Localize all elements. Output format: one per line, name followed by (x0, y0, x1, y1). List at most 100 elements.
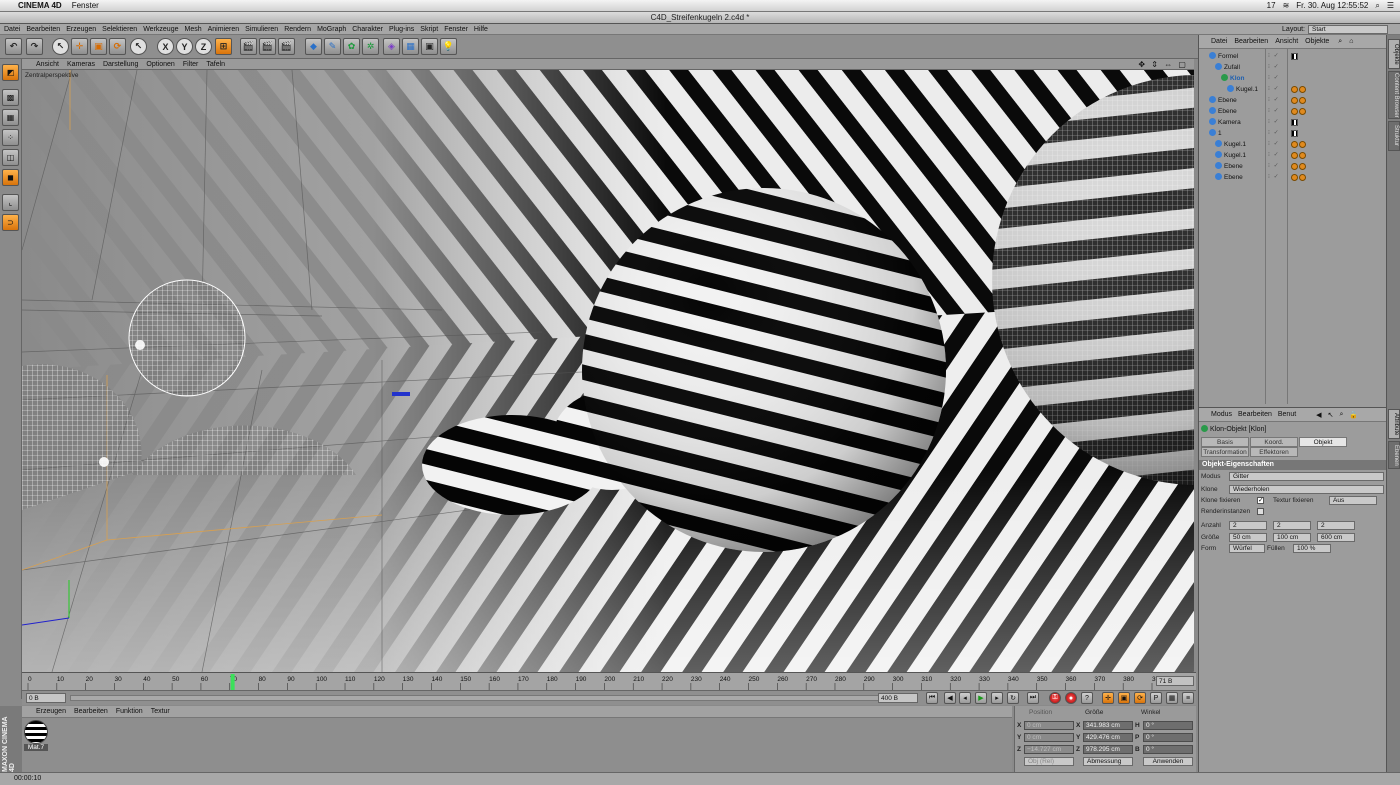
form-dropdown[interactable]: Würfel (1229, 544, 1265, 553)
coord-z-position[interactable]: −14.727 cm (1024, 745, 1074, 754)
object-name[interactable]: Klon (1221, 73, 1244, 84)
visibility-dots-icon[interactable]: ⁝ ✓ (1268, 161, 1280, 172)
coord-y-size[interactable]: 429.476 cm (1083, 733, 1133, 742)
object-tree-row[interactable]: Formel ⁝ ✓ (1199, 51, 1387, 62)
deformer-button[interactable]: ◈ (383, 38, 400, 55)
array-button[interactable]: ✲ (362, 38, 379, 55)
object-mode-button[interactable]: ▩ (2, 89, 19, 106)
viewport-menu-filter[interactable]: Filter (183, 61, 199, 68)
groesse-y-field[interactable]: 100 cm (1273, 533, 1311, 542)
coord-b-rotation[interactable]: 0 ° (1143, 745, 1193, 754)
light-button[interactable]: 💡 (440, 38, 457, 55)
viewport-menu-darstellung[interactable]: Darstellung (103, 61, 138, 68)
texture-tag-icon[interactable] (1291, 130, 1298, 137)
coord-x-size[interactable]: 341.983 cm (1083, 721, 1133, 730)
preview-range-slider[interactable] (70, 695, 890, 701)
timeline[interactable]: 0102030405060708090100110120130140150160… (22, 672, 1196, 691)
coord-z-size[interactable]: 978.295 cm (1083, 745, 1133, 754)
menu-fenster[interactable]: Fenster (444, 26, 468, 33)
tab-koord[interactable]: Koord. (1250, 437, 1298, 447)
menu-mograph[interactable]: MoGraph (317, 26, 346, 33)
tab-effektoren[interactable]: Effektoren (1250, 447, 1298, 457)
snap-button[interactable]: ⊃ (2, 214, 19, 231)
phong-tag-icon[interactable] (1291, 174, 1298, 181)
phong-tag-icon[interactable] (1299, 163, 1306, 170)
redo-button[interactable]: ↷ (26, 38, 43, 55)
texture-tag-icon[interactable] (1291, 53, 1298, 60)
timeline-ruler[interactable]: 0102030405060708090100110120130140150160… (22, 673, 1196, 691)
object-name[interactable]: Ebene (1209, 106, 1237, 117)
menu-skript[interactable]: Skript (420, 26, 438, 33)
phong-tag-icon[interactable] (1291, 108, 1298, 115)
material-menu-bearbeiten[interactable]: Bearbeiten (74, 708, 108, 715)
menu-simulieren[interactable]: Simulieren (245, 26, 278, 33)
phong-tag-icon[interactable] (1291, 152, 1298, 159)
polygon-mode-button[interactable]: ◼ (2, 169, 19, 186)
edge-mode-button[interactable]: ◫ (2, 149, 19, 166)
menu-mesh[interactable]: Mesh (184, 26, 201, 33)
start-frame-field[interactable]: 0 B (26, 693, 66, 703)
phong-tag-icon[interactable] (1299, 174, 1306, 181)
rotate-button[interactable]: ⟳ (109, 38, 126, 55)
renderinstanzen-checkbox[interactable] (1257, 508, 1264, 515)
object-menu-ansicht[interactable]: Ansicht (1275, 38, 1298, 45)
scale-button[interactable]: ▣ (90, 38, 107, 55)
attribute-menu-benutzer[interactable]: Benut (1278, 411, 1296, 418)
object-name[interactable]: 1 (1209, 128, 1222, 139)
modus-dropdown[interactable]: Gitter (1229, 472, 1384, 481)
viewport-menu-kameras[interactable]: Kameras (67, 61, 95, 68)
material-manager[interactable]: Mat.7 (22, 718, 1012, 772)
object-name[interactable]: Ebene (1215, 172, 1243, 183)
side-tab-struktur[interactable]: Struktur (1388, 121, 1400, 151)
loop-button[interactable]: ↻ (1007, 692, 1019, 704)
object-tree-row[interactable]: Klon ⁝ ✓ (1199, 73, 1387, 84)
coord-p-rotation[interactable]: 0 ° (1143, 733, 1193, 742)
live-select-button[interactable]: ↖ (52, 38, 69, 55)
material-menu-textur[interactable]: Textur (151, 708, 170, 715)
timeline-options-button[interactable]: ≡ (1182, 692, 1194, 704)
object-name[interactable]: Kugel.1 (1215, 139, 1246, 150)
prev-frame-button[interactable]: ◂ (959, 692, 971, 704)
tab-transformation[interactable]: Transformation (1201, 447, 1249, 457)
search-icon[interactable]: ⌕ (1375, 1, 1379, 11)
record-keys-button[interactable]: ⚿ (1049, 692, 1061, 704)
coord-y-position[interactable]: 0 cm (1024, 733, 1074, 742)
viewport-menu-tafeln[interactable]: Tafeln (206, 61, 225, 68)
visibility-dots-icon[interactable]: ⁝ ✓ (1268, 139, 1280, 150)
recent-tool-button[interactable]: ↖ (130, 38, 147, 55)
undo-button[interactable]: ↶ (5, 38, 22, 55)
timeline-current-field[interactable]: 71 B (1156, 676, 1194, 686)
object-name[interactable]: Kugel.1 (1215, 150, 1246, 161)
menu-bearbeiten[interactable]: Bearbeiten (26, 26, 60, 33)
object-tree-row[interactable]: Ebene ⁝ ✓ (1199, 172, 1387, 183)
coord-mode-dropdown[interactable]: Obj (Rel) (1024, 757, 1074, 766)
visibility-dots-icon[interactable]: ⁝ ✓ (1268, 84, 1280, 95)
phong-tag-icon[interactable] (1299, 152, 1306, 159)
visibility-dots-icon[interactable]: ⁝ ✓ (1268, 73, 1280, 84)
phong-tag-icon[interactable] (1291, 97, 1298, 104)
menu-erzeugen[interactable]: Erzeugen (66, 26, 96, 33)
floor-button[interactable]: ▦ (402, 38, 419, 55)
object-tree-row[interactable]: Kugel.1 ⁝ ✓ (1199, 139, 1387, 150)
phong-tag-icon[interactable] (1291, 163, 1298, 170)
object-menu-bearbeiten[interactable]: Bearbeiten (1234, 38, 1268, 45)
menu-hilfe[interactable]: Hilfe (474, 26, 488, 33)
os-clock[interactable]: Fr. 30. Aug 12:55:52 (1296, 1, 1368, 10)
render-settings-button[interactable]: 🎬 (278, 38, 295, 55)
axis-y-button[interactable]: Y (176, 38, 193, 55)
tab-objekt[interactable]: Objekt (1299, 437, 1347, 447)
side-tab-attribute[interactable]: Attribute (1388, 409, 1400, 439)
object-tree-row[interactable]: Kugel.1 ⁝ ✓ (1199, 150, 1387, 161)
list-icon[interactable]: ☰ (1387, 1, 1394, 10)
menu-selektieren[interactable]: Selektieren (102, 26, 137, 33)
attribute-menu-modus[interactable]: Modus (1211, 411, 1232, 418)
move-button[interactable]: ✛ (71, 38, 88, 55)
up-arrow-icon[interactable]: ↖ (1328, 411, 1334, 419)
phong-tag-icon[interactable] (1299, 86, 1306, 93)
key-rotation-button[interactable]: ⟳ (1134, 692, 1146, 704)
key-scale-button[interactable]: ▣ (1118, 692, 1130, 704)
object-menu-datei[interactable]: Datei (1211, 38, 1227, 45)
coordinate-system-button[interactable]: ⊞ (215, 38, 232, 55)
anzahl-x-field[interactable]: 2 (1229, 521, 1267, 530)
visibility-dots-icon[interactable]: ⁝ ✓ (1268, 172, 1280, 183)
